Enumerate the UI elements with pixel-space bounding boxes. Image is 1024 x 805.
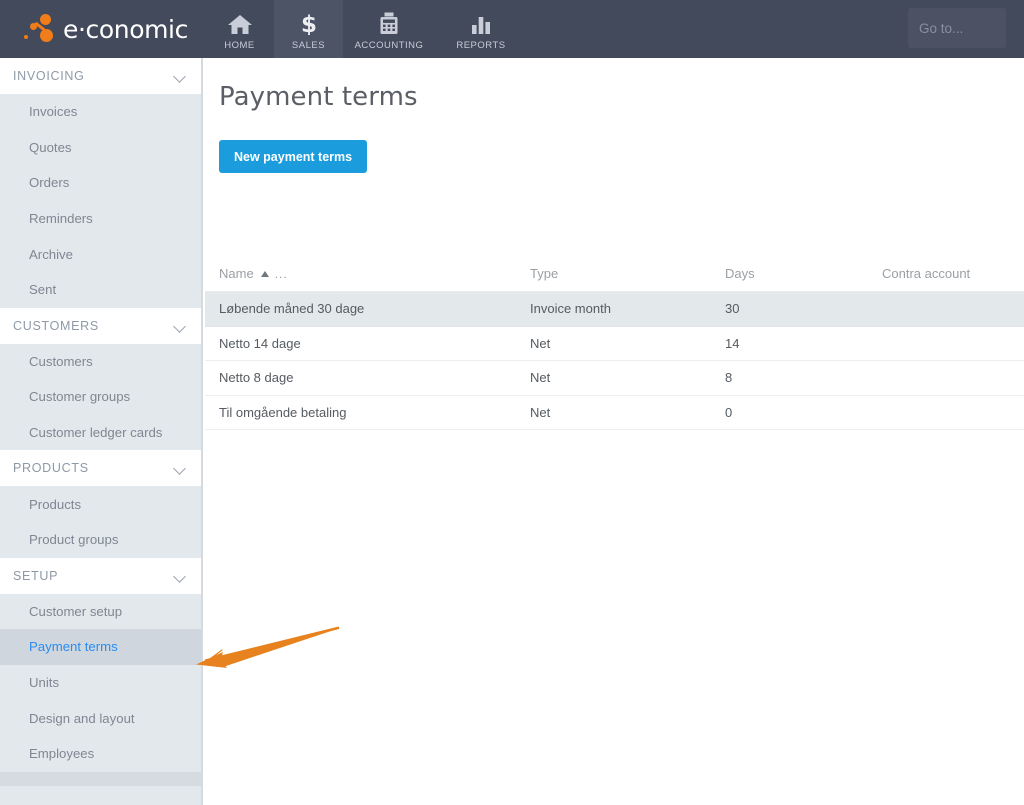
sidebar-section-customers[interactable]: CUSTOMERS [0,307,201,344]
column-header-name[interactable]: Name ... [205,266,530,281]
sidebar-item-customer-setup[interactable]: Customer setup [0,594,201,630]
sidebar-item-customer-groups[interactable]: Customer groups [0,379,201,415]
goto-placeholder-text: Go to... [919,20,964,36]
column-header-contra-account[interactable]: Contra account [882,266,1024,281]
nav-item-reports[interactable]: REPORTS [435,0,527,58]
sidebar-section-products[interactable]: PRODUCTS [0,450,201,487]
cell-type: Net [530,335,551,351]
nav-item-home[interactable]: HOME [205,0,274,58]
sort-ascending-triangle-icon[interactable] [260,270,269,277]
sidebar-section-items-setup: Customer setup Payment terms Units Desig… [0,594,201,772]
nav-label-home: HOME [224,40,255,51]
sidebar-item-products[interactable]: Products [0,486,201,522]
sidebar-item-customers[interactable]: Customers [0,344,201,380]
sidebar-item-employees[interactable]: Employees [0,736,201,772]
cell-type: Net [530,370,551,386]
cell-name: Løbende måned 30 dage [219,301,365,317]
sidebar-section-setup[interactable]: SETUP [0,557,201,594]
chevron-down-icon[interactable] [174,464,187,472]
dollar-sign-icon: $ [299,11,319,35]
cell-type: Net [530,404,551,420]
sidebar-section-items-customers: Customers Customer groups Customer ledge… [0,344,201,451]
sidebar-section-title: CUSTOMERS [13,318,99,333]
calculator-icon [379,11,399,35]
chevron-down-icon[interactable] [174,572,187,580]
sidebar-footer-strip [0,771,201,786]
sidebar-item-product-groups[interactable]: Product groups [0,522,201,558]
top-navigation-bar: e·conomic HOME $ SALES ACCOUNTING REPORT… [0,0,1024,58]
sidebar-section-invoicing[interactable]: INVOICING [0,58,201,94]
table-row[interactable]: Til omgående betaling Net 0 [205,396,1024,430]
sidebar-item-payment-terms[interactable]: Payment terms [0,629,201,665]
nav-label-reports: REPORTS [456,40,506,51]
table-row[interactable]: Netto 14 dage Net 14 [205,327,1024,361]
cell-days: 30 [725,301,740,317]
cell-days: 0 [725,404,733,420]
cell-days: 8 [725,370,733,386]
cell-name: Netto 14 dage [219,335,301,351]
sidebar-item-units[interactable]: Units [0,665,201,701]
sidebar-item-customer-ledger-cards[interactable]: Customer ledger cards [0,415,201,451]
sidebar-section-title: PRODUCTS [13,461,89,476]
column-header-name-label: Name [219,266,254,281]
nav-label-sales: SALES [291,40,326,51]
nav-label-accounting: ACCOUNTING [354,40,424,51]
svg-text:$: $ [300,12,316,35]
brand-logo[interactable]: e·conomic [0,0,205,58]
nav-item-sales[interactable]: $ SALES [274,0,343,58]
sidebar-section-title: INVOICING [13,69,85,83]
sidebar-item-archive[interactable]: Archive [0,236,201,272]
sidebar-item-reminders[interactable]: Reminders [0,201,201,237]
sidebar-item-design-and-layout[interactable]: Design and layout [0,700,201,736]
goto-search-input[interactable]: Go to... [908,8,1006,48]
house-icon [227,11,253,35]
cell-name: Til omgående betaling [219,404,347,420]
economic-logo-icon [22,12,62,46]
sidebar-item-quotes[interactable]: Quotes [0,130,201,166]
sidebar-item-sent[interactable]: Sent [0,272,201,308]
page-title: Payment terms [219,82,418,112]
table-row[interactable]: Netto 8 dage Net 8 [205,361,1024,396]
column-header-days[interactable]: Days [725,266,882,281]
sidebar-section-items-invoicing: Invoices Quotes Orders Reminders Archive… [0,94,201,308]
nav-item-accounting[interactable]: ACCOUNTING [343,0,435,58]
table-header-row: Name ... Type Days Contra account [205,256,1024,292]
sidebar-section-items-products: Products Product groups [0,486,201,557]
column-header-type[interactable]: Type [530,266,725,281]
sidebar-item-orders[interactable]: Orders [0,165,201,201]
main-content-area: Payment terms New payment terms Name ...… [205,58,1024,805]
chevron-down-icon[interactable] [174,72,187,80]
new-payment-terms-button[interactable]: New payment terms [219,140,368,173]
sidebar-item-invoices[interactable]: Invoices [0,94,201,130]
chevron-down-icon[interactable] [174,322,187,330]
payment-terms-table: Name ... Type Days Contra account Løbend… [205,256,1024,430]
column-ellipsis-icon[interactable]: ... [275,267,288,281]
cell-type: Invoice month [530,301,611,317]
cell-name: Netto 8 dage [219,370,294,386]
bar-chart-icon [470,11,492,35]
table-row[interactable]: Løbende måned 30 dage Invoice month 30 [205,292,1024,327]
cell-days: 14 [725,335,740,351]
sidebar-section-title: SETUP [13,568,59,583]
left-sidebar[interactable]: INVOICING Invoices Quotes Orders Reminde… [0,58,203,805]
brand-name: e·conomic [63,14,188,44]
